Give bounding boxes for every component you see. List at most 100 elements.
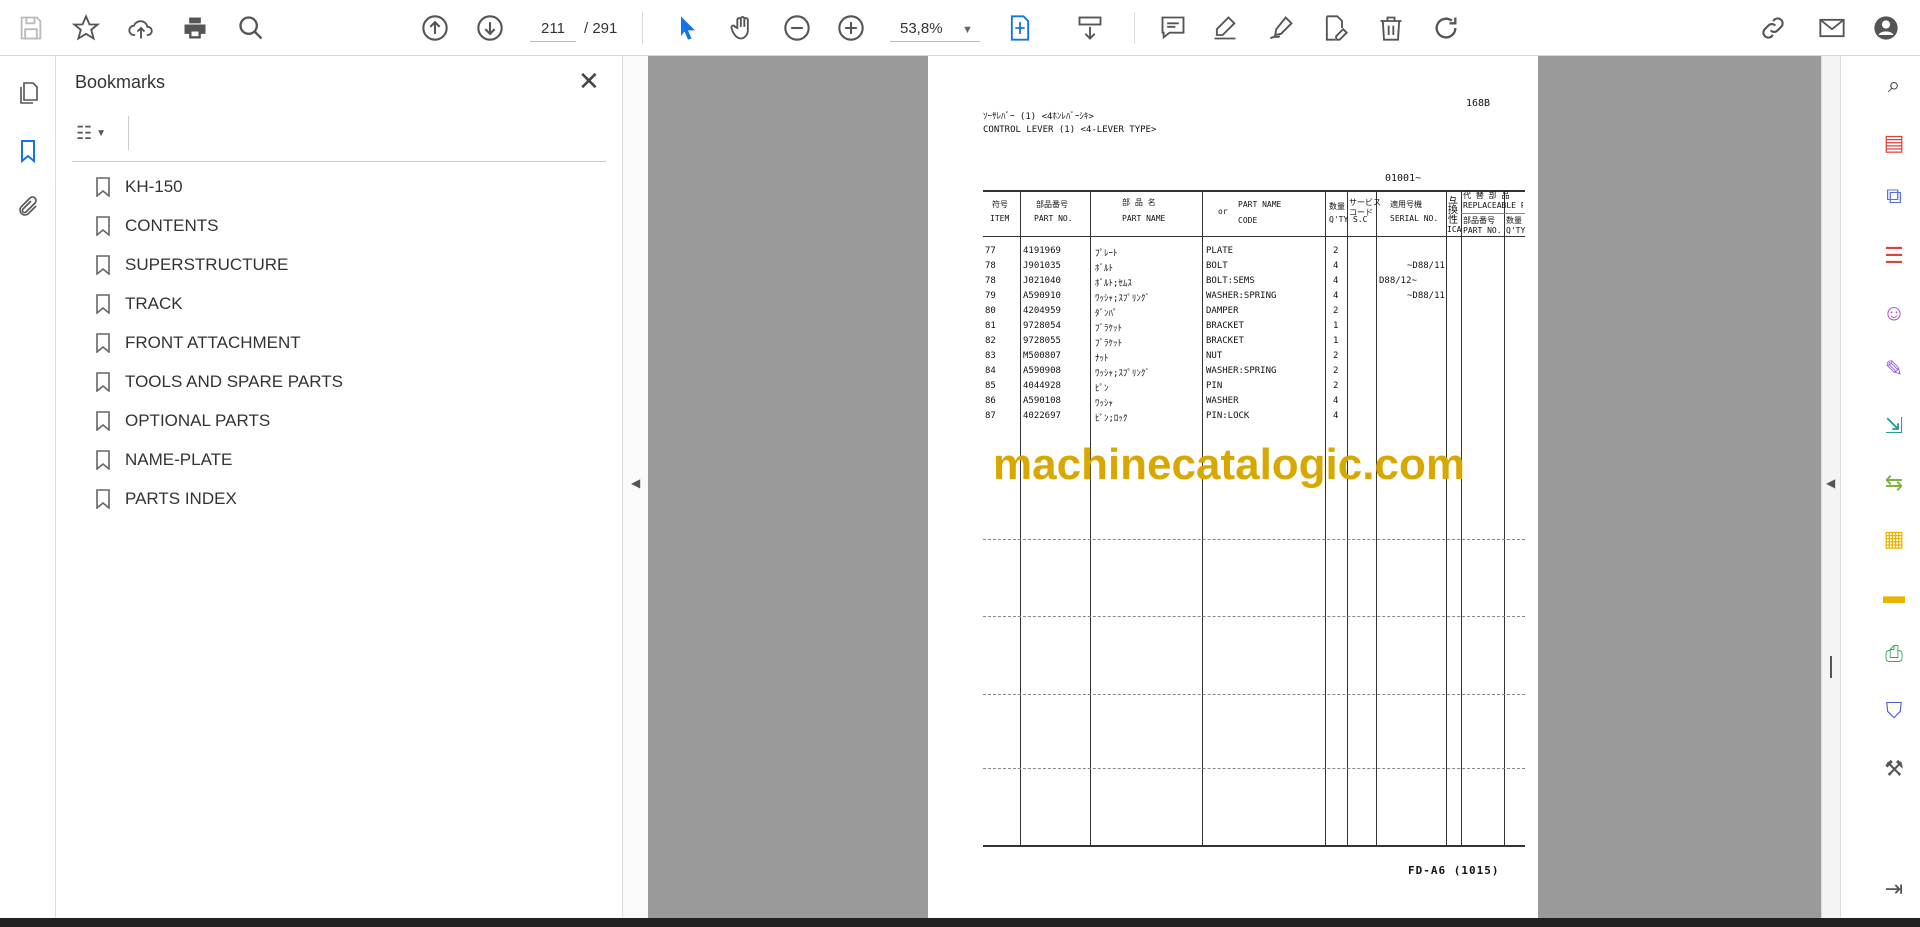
print-production-icon[interactable]: ⎙ <box>1879 639 1909 669</box>
expand-left-icon[interactable]: ◀ <box>1826 476 1835 490</box>
qty-cell: 1 <box>1333 321 1339 331</box>
part-name-jp-cell: ﾌﾟﾚｰﾄ <box>1095 249 1118 259</box>
bookmark-item[interactable]: PARTS INDEX <box>96 484 237 514</box>
fit-page-icon[interactable] <box>1002 10 1038 46</box>
divider <box>72 161 606 162</box>
column-rule <box>1020 190 1021 845</box>
qty-cell: 2 <box>1333 306 1339 316</box>
bookmarks-panel: Bookmarks ✕ ☷ ▼ KH-150 CONTENTS SUPERSTRUCT… <box>56 56 622 918</box>
dashed-rule <box>983 539 1525 540</box>
item-cell: 83 <box>985 351 996 361</box>
zoom-tool-icon[interactable]: ⌕ <box>1879 70 1909 100</box>
bookmark-icon <box>96 255 110 275</box>
create-pdf-icon[interactable]: ▤ <box>1879 128 1909 158</box>
table-header-cell: SERIAL NO. <box>1390 214 1439 223</box>
scrollbar-thumb[interactable] <box>1830 656 1832 678</box>
table-header-cell: 部品番号 <box>1036 200 1068 209</box>
protect-shield-icon[interactable]: ⛉ <box>1879 696 1909 726</box>
serial-cell: D88/12~ <box>1379 276 1417 286</box>
organize-pages-icon[interactable]: ☰ <box>1879 241 1909 271</box>
previous-page-icon[interactable] <box>417 10 453 46</box>
panel-splitter[interactable]: ◀ <box>622 56 648 918</box>
share-people-icon[interactable]: ☺ <box>1879 298 1909 328</box>
part-name-jp-cell: ﾎﾞﾙﾄ;ｾﾑｽ <box>1095 279 1132 289</box>
compare-files-icon[interactable]: ⇆ <box>1879 468 1909 498</box>
item-cell: 87 <box>985 411 996 421</box>
panel-title: Bookmarks <box>75 72 166 92</box>
bookmark-label: CONTENTS <box>125 216 219 235</box>
table-header-cell: 代 替 部 品 <box>1463 191 1510 200</box>
part-no-cell: A590908 <box>1023 366 1061 376</box>
bookmark-item[interactable]: OPTIONAL PARTS <box>96 406 270 436</box>
item-cell: 77 <box>985 246 996 256</box>
part-no-cell: 4044928 <box>1023 381 1061 391</box>
scroll-mode-icon[interactable] <box>1072 10 1108 46</box>
divider <box>128 116 129 150</box>
print-icon[interactable] <box>177 10 213 46</box>
fill-sign-icon[interactable]: ✎ <box>1879 354 1909 384</box>
share-link-icon[interactable] <box>1755 10 1791 46</box>
zoom-out-icon[interactable] <box>779 10 815 46</box>
highlight-icon[interactable] <box>1207 10 1243 46</box>
delete-icon[interactable] <box>1373 10 1409 46</box>
table-header-cell: CODE <box>1238 216 1258 225</box>
page-footer: FD-A6 (1015) <box>1408 864 1500 877</box>
bookmark-label: SUPERSTRUCTURE <box>125 255 289 274</box>
next-page-icon[interactable] <box>472 10 508 46</box>
table-header-cell: S.C <box>1353 215 1368 224</box>
star-icon[interactable] <box>68 10 104 46</box>
bookmark-item[interactable]: NAME-PLATE <box>96 445 232 475</box>
table-header-cell: PART NAME <box>1238 200 1282 209</box>
column-rule <box>1202 190 1203 845</box>
bookmarks-icon[interactable] <box>13 136 43 166</box>
part-name-cell: WASHER:SPRING <box>1206 291 1277 301</box>
bookmark-item[interactable]: SUPERSTRUCTURE <box>96 250 288 280</box>
serial-range: 01001~ <box>1385 173 1422 184</box>
email-icon[interactable] <box>1814 10 1850 46</box>
attachments-icon[interactable] <box>13 192 43 222</box>
bookmark-item[interactable]: CONTENTS <box>96 211 219 241</box>
bookmark-item[interactable]: FRONT ATTACHMENT <box>96 328 301 358</box>
right-panel-toggle[interactable]: ◀ <box>1821 56 1840 918</box>
qty-cell: 1 <box>1333 336 1339 346</box>
part-name-jp-cell: ﾅｯﾄ <box>1095 354 1109 364</box>
comment-tool-icon[interactable]: ▬ <box>1879 581 1909 611</box>
part-no-cell: M500807 <box>1023 351 1061 361</box>
combine-files-icon[interactable]: ⧉ <box>1879 181 1909 211</box>
table-top-rule <box>983 190 1525 192</box>
bookmark-item[interactable]: TOOLS AND SPARE PARTS <box>96 367 343 397</box>
save-icon[interactable] <box>13 10 49 46</box>
edit-pdf-icon[interactable] <box>1317 10 1353 46</box>
more-tools-icon[interactable]: ⚒ <box>1879 754 1909 784</box>
account-icon[interactable] <box>1868 10 1904 46</box>
close-icon[interactable]: ✕ <box>578 66 600 97</box>
chevron-down-icon[interactable]: ▼ <box>962 17 973 43</box>
page-number-input[interactable]: 211 <box>530 16 576 42</box>
part-no-cell: A590910 <box>1023 291 1061 301</box>
hand-tool-icon[interactable] <box>724 10 760 46</box>
export-pdf-icon[interactable]: ⇲ <box>1879 411 1909 441</box>
bookmark-label: NAME-PLATE <box>125 450 233 469</box>
qty-cell: 4 <box>1333 396 1339 406</box>
page-thumbnails-icon[interactable] <box>13 78 43 108</box>
part-no-cell: 4022697 <box>1023 411 1061 421</box>
rotate-icon[interactable] <box>1428 10 1464 46</box>
part-no-cell: 9728055 <box>1023 336 1061 346</box>
bookmark-item[interactable]: TRACK <box>96 289 183 319</box>
item-cell: 86 <box>985 396 996 406</box>
bookmark-item[interactable]: KH-150 <box>96 172 183 202</box>
part-name-cell: WASHER:SPRING <box>1206 366 1277 376</box>
search-icon[interactable] <box>233 10 269 46</box>
qty-cell: 2 <box>1333 351 1339 361</box>
sign-icon[interactable] <box>1263 10 1299 46</box>
collapse-right-panel-icon[interactable]: ⇥ <box>1879 874 1909 904</box>
upload-cloud-icon[interactable] <box>123 10 159 46</box>
zoom-in-icon[interactable] <box>833 10 869 46</box>
bookmark-options-button[interactable]: ☷ ▼ <box>76 120 124 146</box>
document-viewport[interactable]: 168B ｿｰｻﾚﾊﾞｰ (1) <4ﾎﾝﾚﾊﾞｰｼｷ> CONTROL LEV… <box>648 56 1821 918</box>
select-cursor-icon[interactable] <box>670 10 706 46</box>
collapse-left-icon[interactable]: ◀ <box>631 476 640 490</box>
part-name-cell: PIN:LOCK <box>1206 411 1250 421</box>
comment-icon[interactable] <box>1155 10 1191 46</box>
scan-ocr-icon[interactable]: ▦ <box>1879 524 1909 554</box>
